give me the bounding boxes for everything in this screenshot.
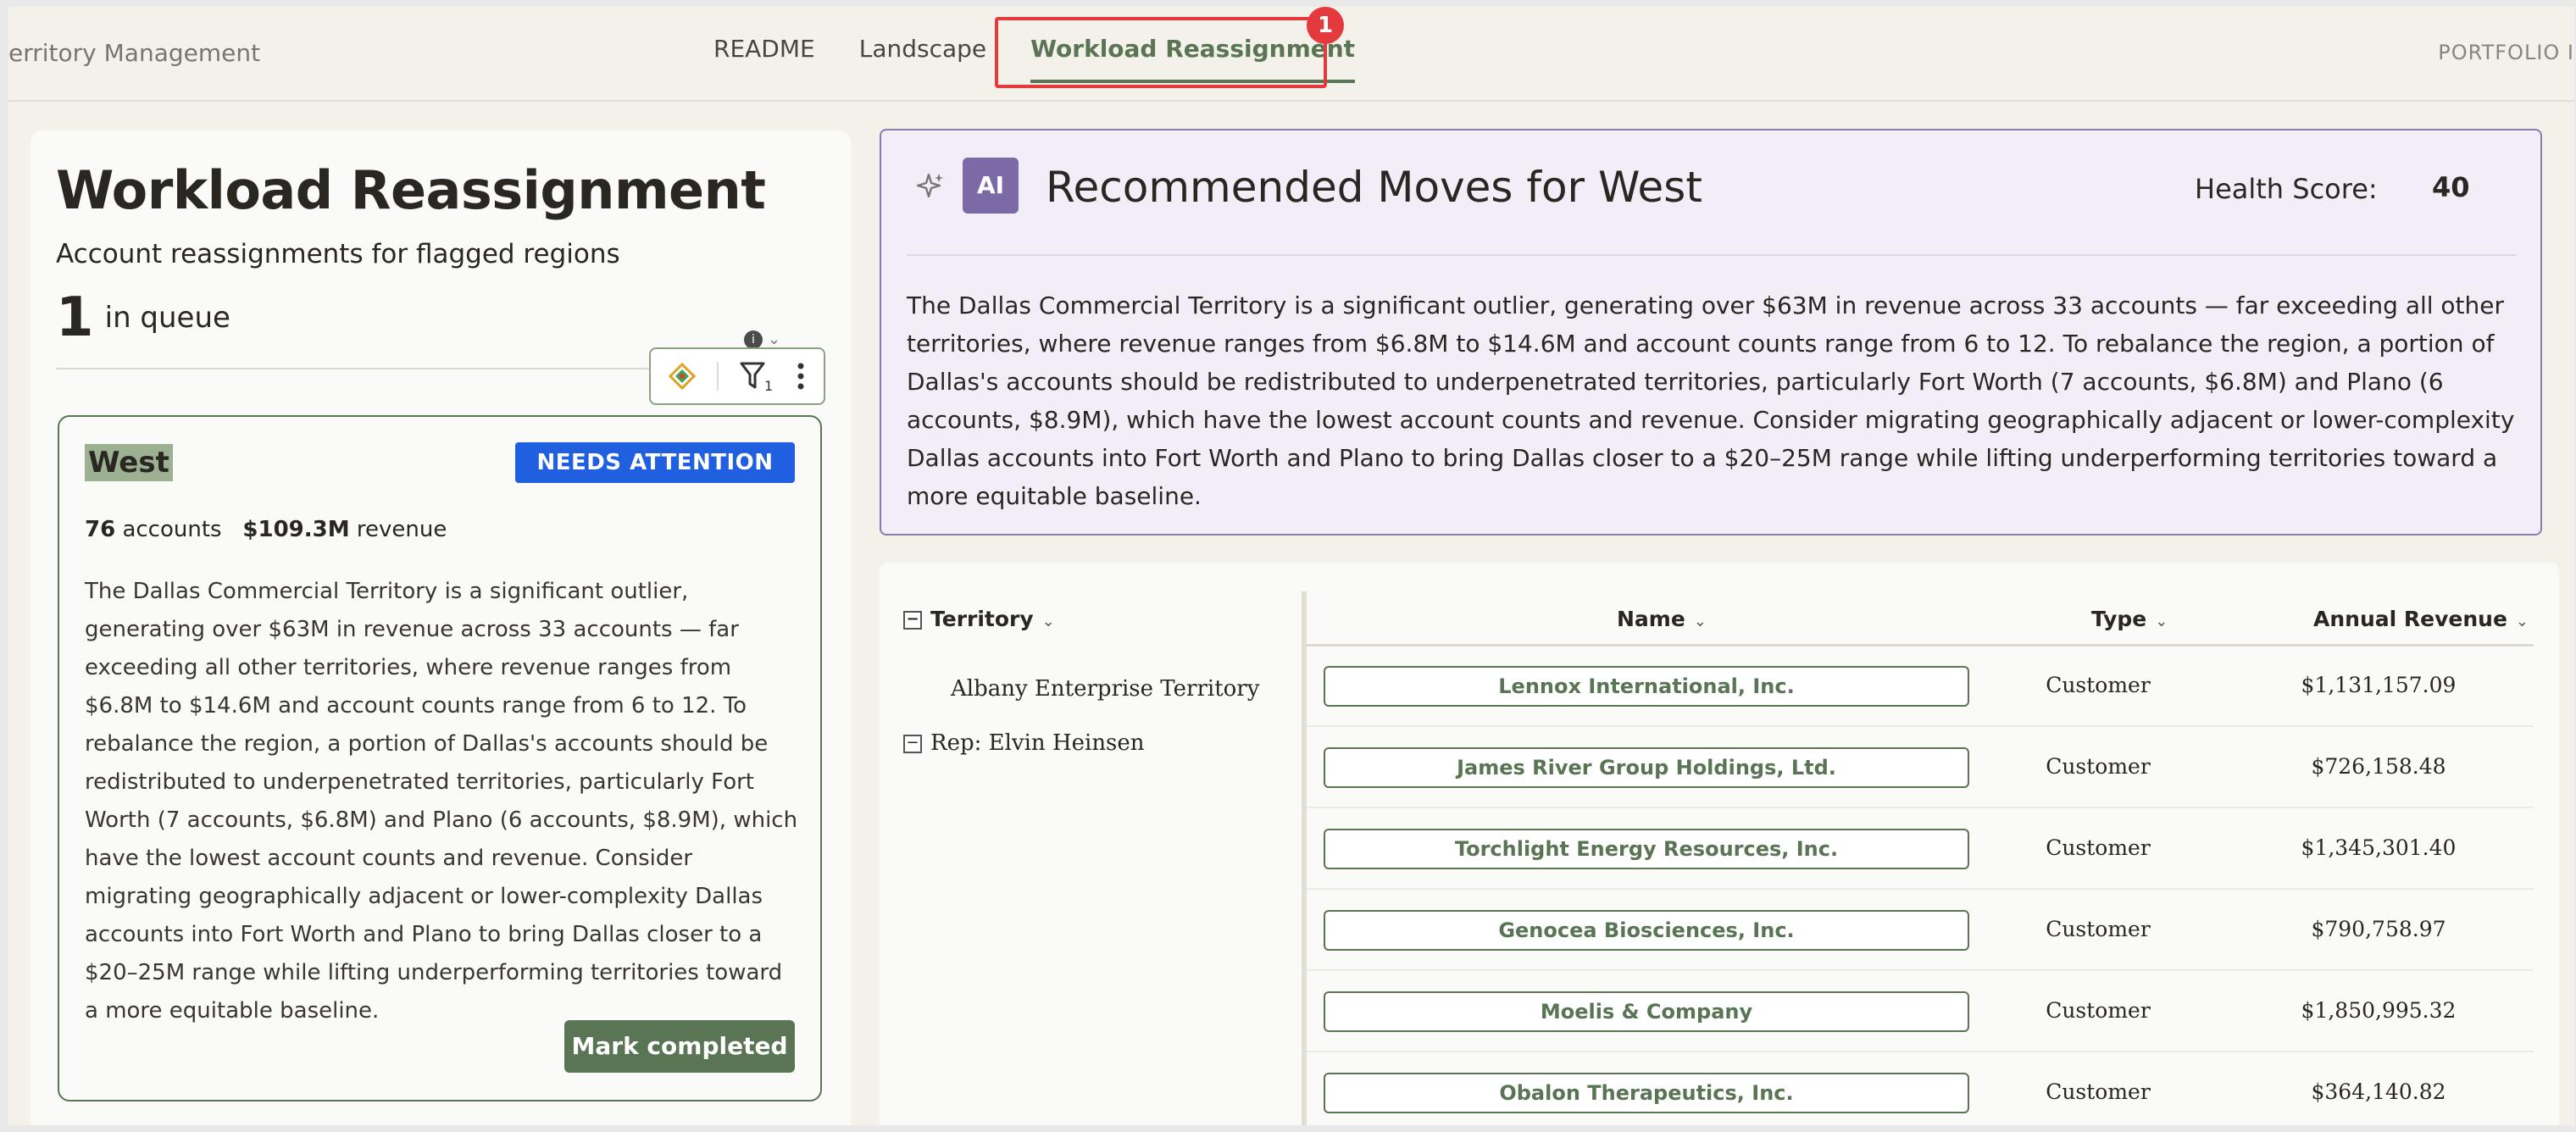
accounts-pivot-table: − Territory ⌄ Name ⌄ Type ⌄ Annual Revenue ⌄ … — [880, 563, 2559, 1125]
divider — [907, 254, 2517, 256]
queue-panel: Workload Reassignment Account reassignme… — [31, 130, 851, 1125]
account-type: Customer — [2046, 998, 2151, 1023]
tab-landscape[interactable]: Landscape — [859, 32, 986, 83]
account-type: Customer — [2046, 835, 2151, 860]
tab-readme[interactable]: README — [713, 32, 815, 83]
tree-territory[interactable]: Albany Enterprise Territory — [951, 676, 1259, 702]
type-header-label: Type — [2091, 607, 2147, 631]
region-name: West — [85, 444, 173, 481]
app-brand: erritory Management — [8, 39, 261, 67]
gem-icon[interactable] — [668, 362, 697, 391]
rep-label: Rep: Elvin Heinsen — [930, 730, 1145, 756]
filter-icon[interactable]: 1 — [739, 360, 774, 392]
territory-header-label: Territory — [930, 607, 1034, 631]
column-header-annual-revenue[interactable]: Annual Revenue ⌄ — [2313, 607, 2529, 631]
region-stats: 76 accounts $109.3M revenue — [85, 517, 447, 542]
accounts-label: accounts — [122, 517, 222, 542]
table-row: Moelis & Company Customer $1,850,995.32 — [1307, 971, 2534, 1052]
mark-completed-button[interactable]: Mark completed — [564, 1020, 795, 1073]
account-type: Customer — [2046, 754, 2151, 779]
tree-rep[interactable]: − Rep: Elvin Heinsen — [903, 730, 1145, 756]
status-badge: NEEDS ATTENTION — [515, 442, 795, 483]
tab-bar: README Landscape Workload Reassignment — [713, 32, 1399, 83]
info-icon[interactable]: i — [744, 330, 763, 349]
ai-recommendation-text: The Dallas Commercial Territory is a sig… — [907, 291, 2515, 510]
accounts-count: 76 — [85, 517, 116, 542]
sparkle-icon — [915, 171, 946, 205]
name-header-label: Name — [1617, 607, 1685, 631]
page-subtitle: Account reassignments for flagged region… — [56, 239, 620, 269]
account-name-button[interactable]: Obalon Therapeutics, Inc. — [1324, 1073, 1969, 1113]
account-name-button[interactable]: Torchlight Energy Resources, Inc. — [1324, 829, 1969, 869]
annual-revenue: $1,850,995.32 — [2301, 998, 2457, 1023]
chevron-down-icon[interactable]: ⌄ — [1694, 613, 1707, 630]
more-vertical-icon[interactable] — [795, 361, 807, 391]
queue-label: in queue — [104, 301, 230, 335]
ai-badge: AI — [963, 158, 1019, 214]
tab-workload-reassignment[interactable]: Workload Reassignment — [1030, 32, 1356, 83]
collapse-icon[interactable]: − — [903, 735, 922, 753]
chevron-down-icon[interactable]: ⌄ — [2516, 613, 2529, 630]
account-type: Customer — [2046, 673, 2151, 697]
health-score-value: 40 — [2432, 171, 2470, 203]
filter-count: 1 — [764, 378, 773, 392]
chevron-down-icon[interactable]: ⌄ — [2155, 613, 2168, 630]
table-row: Torchlight Energy Resources, Inc. Custom… — [1307, 808, 2534, 890]
column-header-name[interactable]: Name ⌄ — [1617, 607, 1707, 631]
annual-revenue: $790,758.97 — [2311, 917, 2446, 941]
annual-revenue: $1,345,301.40 — [2301, 835, 2457, 860]
account-name-button[interactable]: Genocea Biosciences, Inc. — [1324, 910, 1969, 951]
column-header-type[interactable]: Type ⌄ — [2091, 607, 2168, 631]
page-title: Workload Reassignment — [56, 159, 766, 221]
annual-revenue: $726,158.48 — [2311, 754, 2446, 779]
element-toolbar: 1 — [649, 347, 825, 405]
table-row: Obalon Therapeutics, Inc. Customer $364,… — [1307, 1052, 2534, 1125]
ai-panel-title: Recommended Moves for West — [1046, 163, 1702, 212]
queue-summary: 1 in queue — [56, 286, 230, 349]
revenue-value: $109.3M — [242, 517, 350, 542]
revenue-header-label: Annual Revenue — [2313, 607, 2507, 631]
chevron-down-icon[interactable]: ⌄ — [768, 330, 780, 348]
chevron-down-icon[interactable]: ⌄ — [1042, 613, 1055, 630]
column-header-territory[interactable]: − Territory ⌄ — [903, 607, 1055, 631]
annual-revenue: $364,140.82 — [2311, 1079, 2446, 1104]
tab-marker-badge: 1 — [1307, 7, 1344, 44]
account-name-button[interactable]: Moelis & Company — [1324, 991, 1969, 1032]
table-row: Genocea Biosciences, Inc. Customer $790,… — [1307, 890, 2534, 971]
toolbar-separator — [717, 362, 719, 391]
annual-revenue: $1,131,157.09 — [2301, 673, 2457, 697]
revenue-label: revenue — [356, 517, 447, 542]
app-window: erritory Management README Landscape Wor… — [8, 7, 2574, 1125]
ai-recommendations-panel: AI Recommended Moves for West Health Sco… — [880, 129, 2542, 535]
account-type: Customer — [2046, 917, 2151, 941]
account-name-button[interactable]: Lennox International, Inc. — [1324, 666, 1969, 707]
queue-count: 1 — [56, 286, 94, 349]
region-card[interactable]: West NEEDS ATTENTION 76 accounts $109.3M… — [58, 415, 822, 1101]
region-summary: The Dallas Commercial Territory is a sig… — [85, 579, 798, 1024]
table-row: James River Group Holdings, Ltd. Custome… — [1307, 727, 2534, 808]
health-score-label: Health Score: — [2195, 173, 2378, 205]
account-name-button[interactable]: James River Group Holdings, Ltd. — [1324, 747, 1969, 788]
account-type: Customer — [2046, 1079, 2151, 1104]
table-row: Lennox International, Inc. Customer $1,1… — [1307, 646, 2534, 727]
portfolio-label[interactable]: PORTFOLIO I — [2438, 41, 2574, 64]
top-nav: erritory Management README Landscape Wor… — [8, 7, 2574, 102]
collapse-icon[interactable]: − — [903, 611, 922, 630]
